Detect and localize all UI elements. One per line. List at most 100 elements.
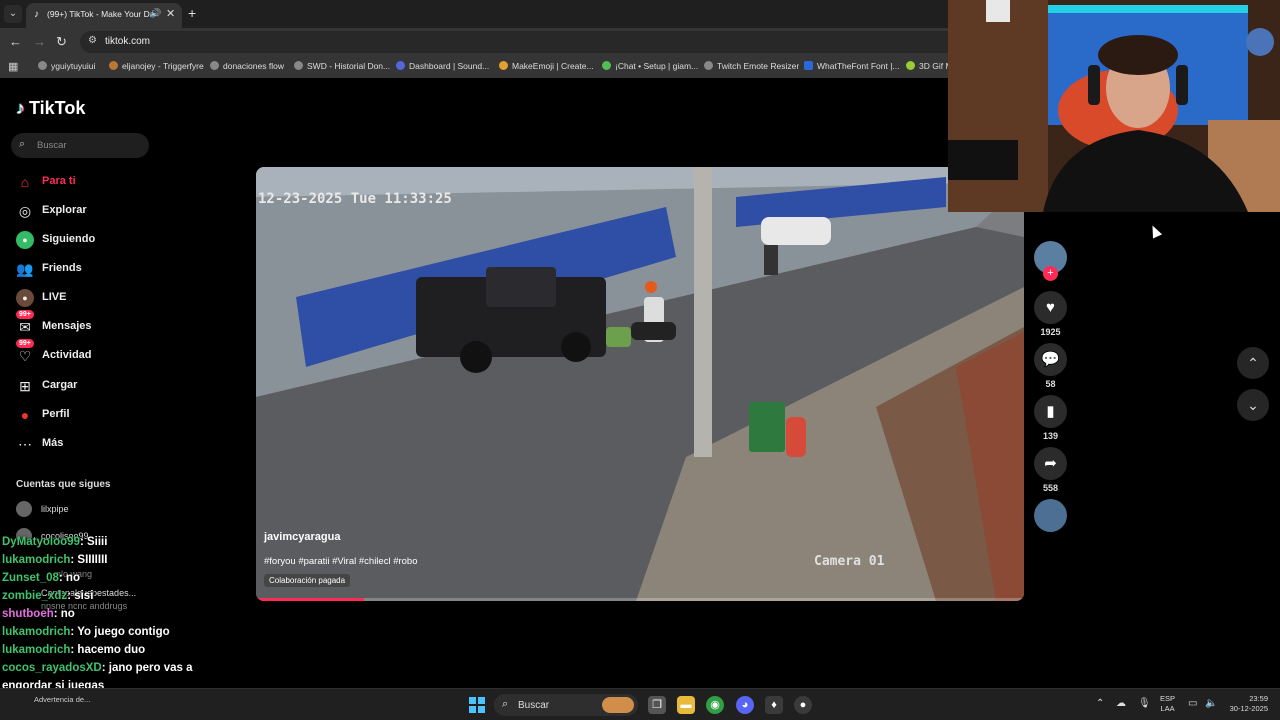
bookmark-icon (602, 61, 611, 70)
cloud-icon[interactable]: ☁ (1116, 698, 1126, 709)
next-video-button[interactable]: ⌄ (1237, 389, 1269, 421)
browser-tab[interactable]: ♪ (99+) TikTok - Make Your Da 🔊 ✕ (26, 3, 182, 28)
video-author[interactable]: javimcyaragua (264, 531, 340, 543)
comment-button[interactable]: 💬 58 (1034, 343, 1067, 389)
apps-grid-icon[interactable]: ▦ (8, 60, 18, 73)
globe-icon (210, 61, 219, 70)
sidebar-item-mas[interactable]: ⋯ Más (16, 433, 166, 455)
sidebar-item-perfil[interactable]: ● Perfil (16, 404, 166, 426)
following-icon: ● (16, 231, 34, 249)
share-count: 558 (1042, 483, 1059, 493)
bookmark-item[interactable]: Twitch Emote Resizer (704, 61, 799, 71)
sidebar-item-para-ti[interactable]: ⌂ Para ti (16, 171, 166, 193)
bookmark-item[interactable]: ¡Chat • Setup | giam... (602, 61, 698, 71)
search-input[interactable]: ⌕ Buscar (11, 133, 149, 158)
forward-arrow-icon[interactable]: → (33, 34, 46, 49)
share-icon: ➦ (1034, 447, 1067, 480)
activity-badge: 99+ (16, 339, 34, 348)
tray-chevron-icon[interactable]: ⌃ (1096, 698, 1104, 709)
profile-icon: ● (20, 407, 30, 423)
video-player[interactable]: 12-23-2025 Tue 11:33:25 Camera 01 javimc… (256, 167, 1024, 601)
sidebar-item-explorar[interactable]: ◎ Explorar (16, 200, 166, 222)
taskbar-warning[interactable]: Advertencia de... (34, 695, 90, 704)
search-icon: ⌕ (19, 138, 26, 150)
share-button[interactable]: ➦ 558 (1034, 447, 1067, 493)
video-progress-bar[interactable] (256, 598, 1024, 601)
like-count: 1925 (1040, 327, 1061, 337)
tab-search-button[interactable]: ⌄ (4, 5, 22, 23)
address-bar[interactable]: ⚙ tiktok.com (80, 31, 960, 53)
chat-message: Zunset_08: no (2, 572, 80, 584)
video-caption[interactable]: #foryou #paratii #Viral #chilecl #robo (264, 556, 418, 567)
bookmark-item[interactable]: donaciones flow (210, 61, 284, 71)
sidebar-item-siguiendo[interactable]: ● Siguiendo (16, 229, 166, 251)
obs-icon[interactable]: ● (794, 696, 812, 714)
chat-message: shutboeh: no (2, 608, 75, 620)
music-disc-avatar[interactable] (1034, 499, 1067, 532)
new-tab-button[interactable]: + (188, 5, 196, 21)
tab-title: (99+) TikTok - Make Your Da (47, 9, 153, 19)
live-icon: ● (16, 289, 34, 307)
camera-label: Camera 01 (814, 554, 885, 569)
display-icon[interactable]: ▭ (1188, 698, 1197, 709)
bookmark-item[interactable]: SWD - Historial Don... (294, 61, 390, 71)
back-arrow-icon[interactable]: ← (9, 34, 22, 49)
globe-icon (294, 61, 303, 70)
home-icon: ⌂ (20, 174, 30, 190)
volume-icon[interactable]: 🔈 (1205, 698, 1217, 709)
sidebar-item-friends[interactable]: 👥 Friends (16, 258, 166, 280)
upload-icon: ⊞ (19, 378, 31, 394)
video-frame-image (256, 167, 1024, 601)
tiktok-favicon-icon: ♪ (34, 9, 39, 20)
search-icon: ⌕ (502, 698, 509, 710)
chat-message: cocos_rayadosXD: jano pero vas a (2, 662, 193, 674)
site-info-icon[interactable]: ⚙ (88, 35, 97, 46)
chrome-icon[interactable]: ◉ (706, 696, 724, 714)
save-button[interactable]: ▮ 139 (1034, 395, 1067, 441)
reload-icon[interactable]: ↻ (56, 34, 67, 50)
tiktok-note-icon: ♪ (16, 98, 25, 118)
bookmark-item[interactable]: eljanojey - Triggerfyre (109, 61, 204, 71)
microphone-icon[interactable]: 🎙 (1138, 698, 1151, 709)
avatar (16, 501, 32, 517)
chat-message: lukamodrich: SIIIIIII (2, 554, 108, 566)
previous-video-button[interactable]: ⌃ (1237, 347, 1269, 379)
like-button[interactable]: ♥ 1925 (1034, 291, 1067, 337)
follow-plus-icon[interactable]: + (1043, 266, 1058, 281)
comment-count: 58 (1045, 379, 1056, 389)
bookmark-item[interactable]: Dashboard | Sound... (396, 61, 489, 71)
speaker-icon[interactable]: 🔊 (150, 8, 161, 19)
sidebar-item-actividad[interactable]: ♡ 99+ Actividad (16, 339, 166, 367)
search-placeholder: Buscar (37, 140, 67, 151)
compass-icon: ◎ (18, 203, 32, 219)
bookmark-item[interactable]: yguiytuyuiui (38, 61, 95, 71)
comment-icon: 💬 (1034, 343, 1067, 376)
sidebar-item-cargar[interactable]: ⊞ Cargar (16, 375, 166, 397)
more-icon: ⋯ (18, 436, 32, 452)
sidebar-item-live[interactable]: ● LIVE (16, 287, 166, 309)
app-icon[interactable]: ♦ (765, 696, 783, 714)
video-progress-fill (256, 598, 364, 601)
messages-badge: 99+ (16, 310, 34, 319)
globe-icon (704, 61, 713, 70)
bookmark-item[interactable]: 3D Gif M (906, 61, 953, 71)
bookmark-icon (804, 61, 813, 70)
file-explorer-icon[interactable]: ▬ (677, 696, 695, 714)
taskbar-search[interactable]: ⌕ Buscar (494, 694, 638, 716)
discord-icon[interactable]: ◕ (736, 696, 754, 714)
taskbar-clock[interactable]: 23:59 30-12-2025 (1224, 694, 1268, 714)
bookmark-item[interactable]: MakeEmoji | Create... (499, 61, 594, 71)
url-text: tiktok.com (105, 36, 151, 47)
bookmark-icon (396, 61, 405, 70)
windows-taskbar: Advertencia de... ⌕ Buscar ❐ ▬ ◉ ◕ ♦ ● ⌃… (0, 688, 1280, 720)
bookmark-item[interactable]: WhatTheFont Font |... (804, 61, 900, 71)
windows-start-button[interactable] (469, 697, 485, 713)
close-tab-icon[interactable]: ✕ (166, 7, 175, 20)
language-indicator[interactable]: ESP LAA (1160, 694, 1175, 714)
tiktok-logo[interactable]: ♪ TikTok (16, 98, 85, 119)
search-highlight-image (602, 697, 634, 713)
task-view-icon[interactable]: ❐ (648, 696, 666, 714)
globe-icon (38, 61, 47, 70)
sidebar-item-mensajes[interactable]: ✉ 99+ Mensajes (16, 310, 166, 338)
following-header: Cuentas que sigues (16, 479, 111, 490)
